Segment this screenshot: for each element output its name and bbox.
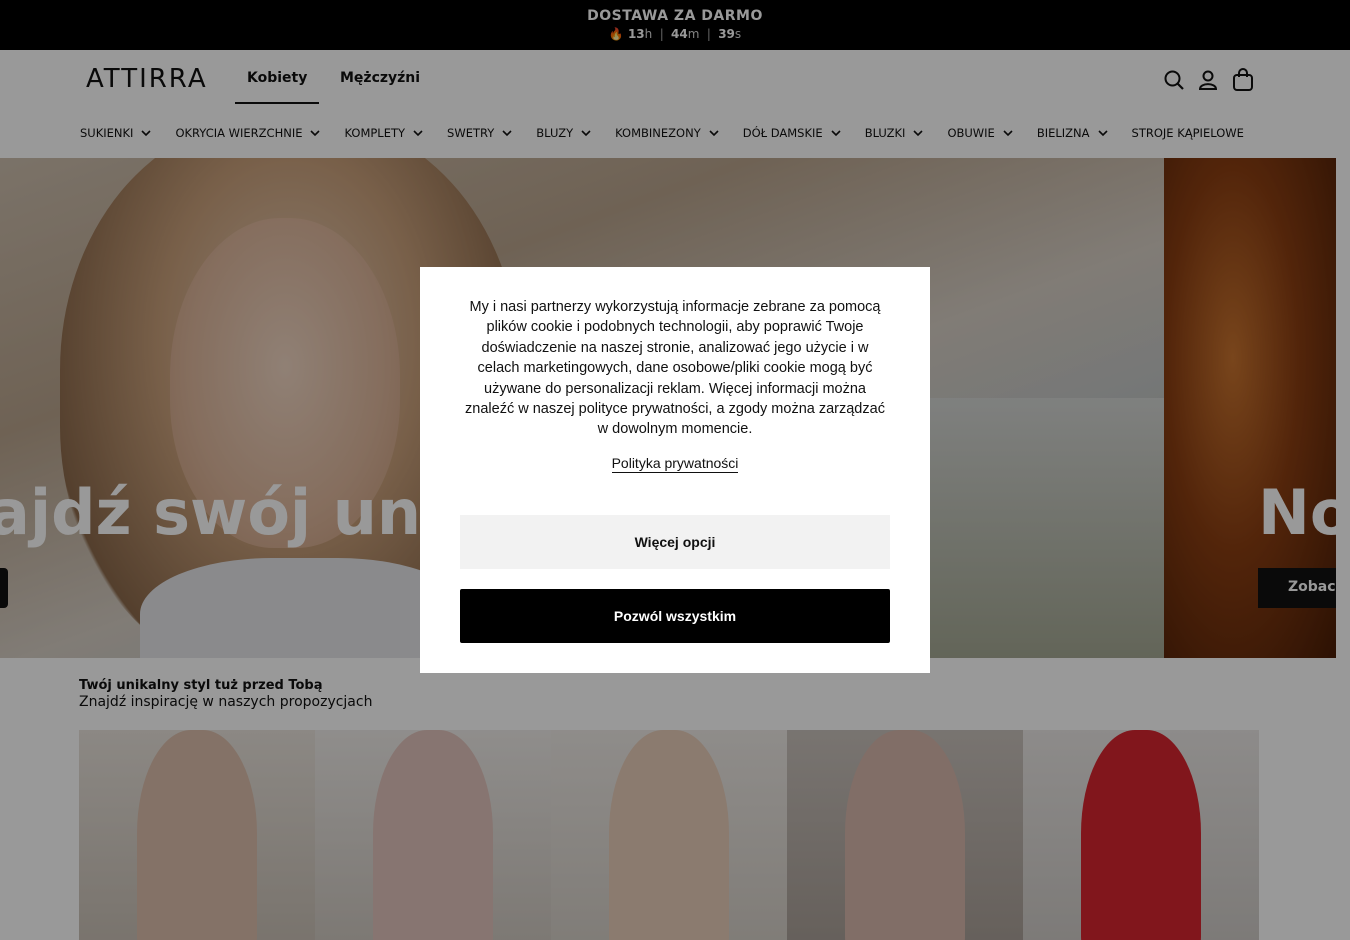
cookie-consent-text: My i nasi partnerzy wykorzystują informa… [465, 299, 885, 438]
privacy-policy-link[interactable]: Polityka prywatności [611, 455, 739, 473]
more-options-button[interactable]: Więcej opcji [460, 515, 890, 569]
cookie-consent-dialog: My i nasi partnerzy wykorzystują informa… [420, 267, 930, 673]
allow-all-button[interactable]: Pozwól wszystkim [460, 589, 890, 643]
